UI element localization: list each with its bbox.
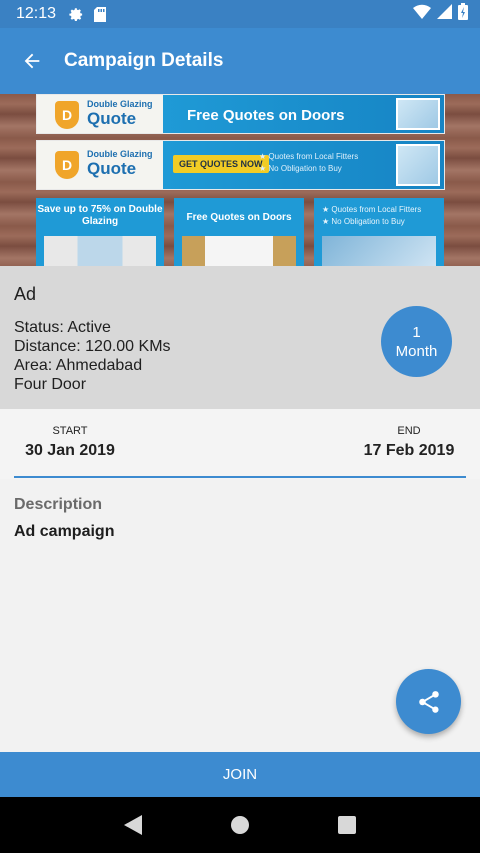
window-image <box>396 144 440 186</box>
window-image <box>322 236 436 266</box>
start-date-label: START <box>52 425 88 437</box>
ad-tile-save: Save up to 75% on Double Glazing <box>36 198 164 266</box>
battery-icon <box>458 3 468 25</box>
duration-unit: Month <box>395 342 438 360</box>
brand-logo-icon: D <box>55 151 79 179</box>
campaign-distance: Distance: 120.00 KMs <box>14 338 171 355</box>
share-icon <box>418 690 439 713</box>
campaign-title: Ad <box>14 284 37 304</box>
duration-badge: 1 Month <box>381 306 452 377</box>
ad-tile-doors: Free Quotes on Doors <box>174 198 304 266</box>
campaign-name: Four Door <box>14 376 87 393</box>
window-image <box>44 236 156 266</box>
brand-logo-text: Double Glazing Quote <box>87 99 153 128</box>
square-recents-icon <box>337 816 356 834</box>
app-bar: Campaign Details <box>0 28 480 94</box>
nav-recents-button[interactable] <box>332 810 362 840</box>
gear-icon <box>68 6 84 22</box>
ad-tile-quotes: ★ Quotes from Local Fitters ★ No Obligat… <box>314 198 444 266</box>
end-date-value: 17 Feb 2019 <box>363 442 455 459</box>
nav-home-button[interactable] <box>225 810 255 840</box>
end-date-label: END <box>397 425 421 437</box>
duration-value: 1 <box>412 323 421 341</box>
status-time: 12:13 <box>16 5 57 22</box>
ad-strip-top: D Double Glazing Quote Free Quotes on Do… <box>36 94 445 134</box>
get-quotes-badge: GET QUOTES NOW <box>173 155 269 173</box>
join-button[interactable]: JOIN <box>0 752 480 797</box>
campaign-info-panel: Ad Status: Active Distance: 120.00 KMs A… <box>0 266 480 409</box>
divider <box>14 476 466 478</box>
brand-logo-icon: D <box>55 101 79 129</box>
description-value: Ad campaign <box>14 523 115 540</box>
triangle-back-icon <box>124 815 143 835</box>
banner-headline: Free Quotes on Doors <box>187 107 345 124</box>
share-button[interactable] <box>396 669 461 734</box>
brand-logo-text: Double Glazing Quote <box>87 149 153 178</box>
circle-home-icon <box>230 816 249 834</box>
campaign-banner-image: D Double Glazing Quote Free Quotes on Do… <box>0 94 480 266</box>
back-button[interactable] <box>0 28 64 94</box>
campaign-details: Status: Active Distance: 120.00 KMs Area… <box>14 318 171 394</box>
door-image <box>182 236 296 266</box>
description-label: Description <box>14 496 103 513</box>
status-bar: 12:13 <box>0 0 480 28</box>
campaign-area: Area: Ahmedabad <box>14 357 143 374</box>
signal-icon <box>437 4 452 24</box>
start-date-value: 30 Jan 2019 <box>25 442 115 459</box>
campaign-status: Status: Active <box>14 319 111 336</box>
sd-card-icon <box>92 6 108 22</box>
wifi-icon <box>413 4 431 24</box>
system-nav-bar <box>0 797 480 853</box>
nav-back-button[interactable] <box>118 810 148 840</box>
campaign-dates: START 30 Jan 2019 END 17 Feb 2019 <box>0 409 480 479</box>
start-date: START 30 Jan 2019 <box>24 425 116 460</box>
end-date: END 17 Feb 2019 <box>362 425 456 460</box>
ad-strip-middle: D Double Glazing Quote GET QUOTES NOW ★ … <box>36 140 445 190</box>
window-image <box>396 98 440 130</box>
arrow-left-icon <box>24 53 40 69</box>
page-title: Campaign Details <box>64 50 224 71</box>
banner-bullets: ★ Quotes from Local Fitters ★ No Obligat… <box>259 152 359 173</box>
